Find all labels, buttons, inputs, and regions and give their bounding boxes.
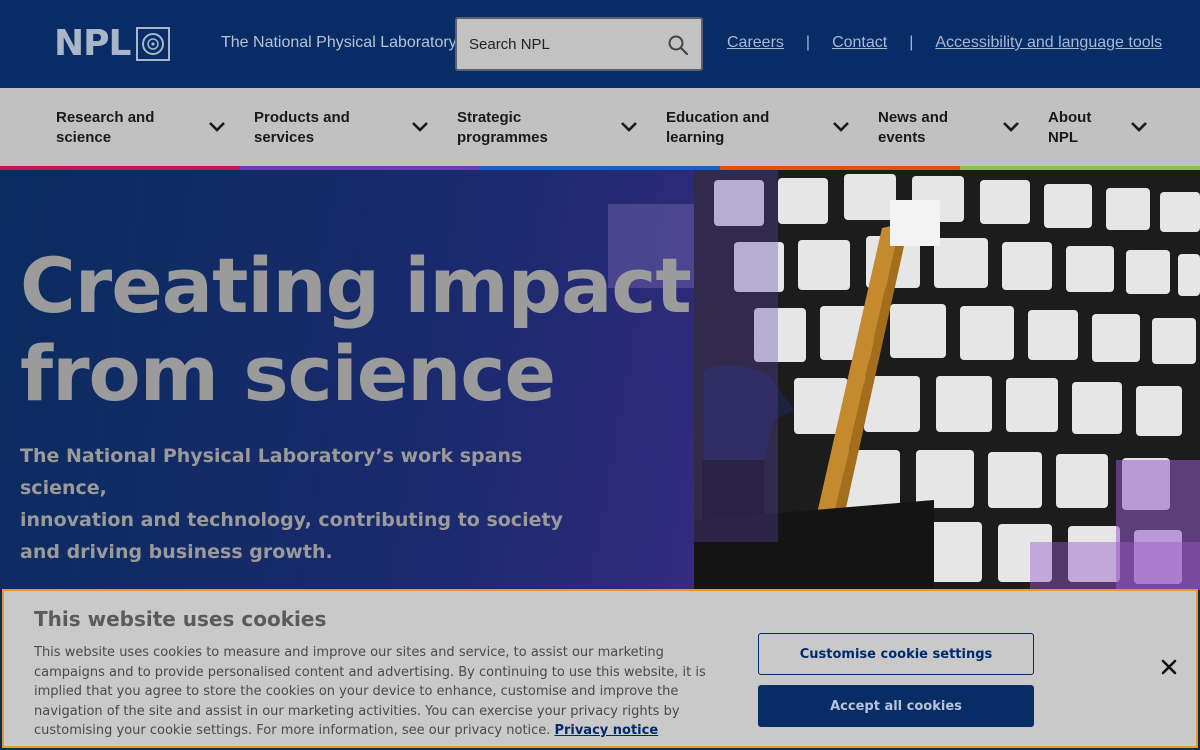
nav-label-line2: events [878,129,926,146]
headline-line2: from science [20,329,556,418]
nav-label-line1: News and [878,109,949,126]
link-separator: | [805,34,811,51]
npl-logo[interactable]: NPL [54,23,171,64]
nav-label-line2: NPL [1048,129,1078,146]
cookie-title: This website uses cookies [34,607,327,631]
chevron-down-icon[interactable] [208,120,226,134]
nav-label-line2: science [56,129,112,146]
search-icon[interactable] [667,34,689,56]
nav-item-news[interactable]: News and events [878,108,948,148]
accept-all-cookies-button[interactable]: Accept all cookies [758,685,1034,727]
nav-item-products[interactable]: Products and services [254,108,350,148]
nav-label-line1: Research and [56,109,155,126]
customise-cookie-settings-button[interactable]: Customise cookie settings [758,633,1034,675]
nav-item-research[interactable]: Research and science [56,108,154,148]
headline-line1: Creating impact [20,241,692,330]
nav-label-line2: programmes [457,129,548,146]
link-separator: | [909,34,914,51]
chevron-down-icon[interactable] [832,120,850,134]
cookie-description: This website uses cookies to measure and… [34,643,724,741]
nav-label-line1: Products and [254,109,350,126]
nav-item-education[interactable]: Education and learning [666,108,769,148]
subtext-line1: The National Physical Laboratory’s work … [20,445,523,499]
decorative-overlay [1030,542,1200,590]
contact-link[interactable]: Contact [832,34,887,52]
privacy-notice-link[interactable]: Privacy notice [554,723,658,738]
hero-image [694,170,1200,590]
nav-label-line1: Education and [666,109,770,126]
nav-label-line2: learning [666,129,725,146]
logo-text: NPL [54,23,131,64]
nav-label-line1: About [1048,109,1092,126]
subtext-line3: and driving business growth. [20,541,333,563]
careers-link[interactable]: Careers [727,34,784,52]
site-header: NPL The National Physical Laboratory Sea… [0,0,1200,88]
search-input[interactable]: Search NPL [469,36,550,53]
hero-banner: Creating impact from science The Nationa… [0,170,1200,590]
utility-links: Careers | Contact | Accessibility and la… [727,34,1162,52]
main-nav: Research and science Products and services… [0,88,1200,170]
cookie-banner: This website uses cookies This website u… [2,589,1198,748]
nav-label-line1: Strategic [457,109,522,126]
accessibility-link[interactable]: Accessibility and language tools [935,34,1162,52]
hero-headline: Creating impact from science [20,242,720,418]
site-tagline: The National Physical Laboratory [221,34,457,51]
hero-subtext: The National Physical Laboratory’s work … [20,440,580,568]
chevron-down-icon[interactable] [1130,120,1148,134]
subtext-line2: innovation and technology, contributing … [20,509,563,531]
search-box[interactable]: Search NPL [455,17,703,71]
crest-icon [136,27,171,61]
nav-label-line2: services [254,129,315,146]
close-icon[interactable] [1159,657,1179,677]
chevron-down-icon[interactable] [1002,120,1020,134]
nav-item-about[interactable]: About NPL [1048,108,1091,148]
chevron-down-icon[interactable] [620,120,638,134]
nav-item-strategic[interactable]: Strategic programmes [457,108,548,148]
chevron-down-icon[interactable] [411,120,429,134]
